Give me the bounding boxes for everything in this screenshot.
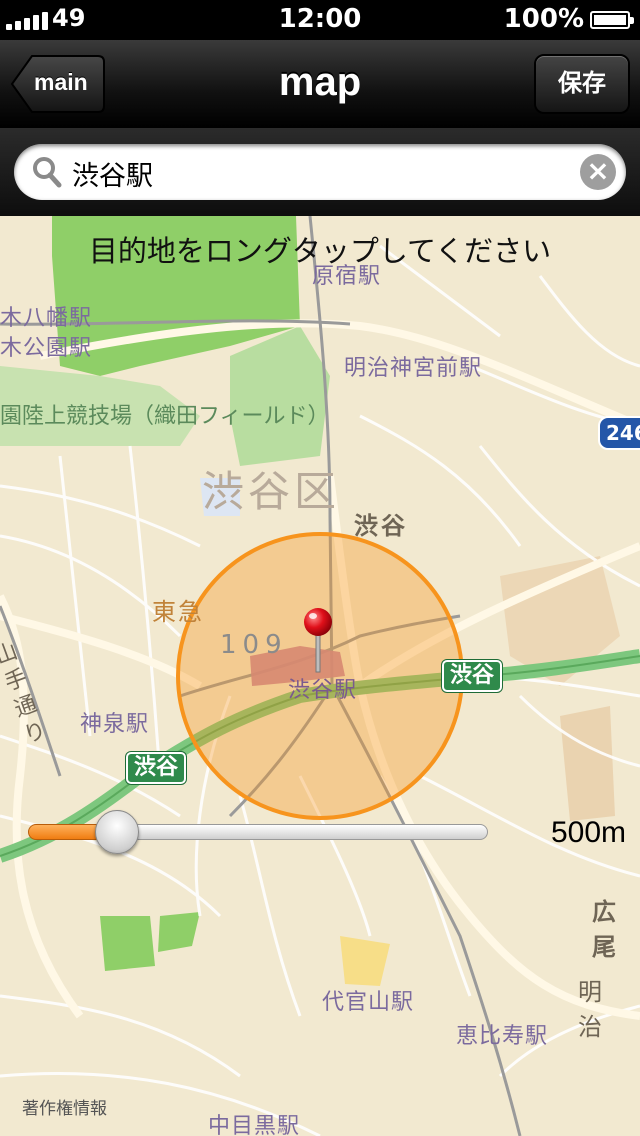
highway-shield: 渋谷	[126, 752, 187, 784]
slider-track-empty	[117, 824, 488, 840]
label-yoyogi-hachiman: 木八幡駅	[0, 306, 93, 331]
route-shield: 246	[598, 416, 640, 450]
park-small-1	[100, 916, 155, 971]
label-yoyogi-park: 木公園駅	[0, 336, 93, 361]
save-button[interactable]: 保存	[534, 54, 630, 114]
search-input[interactable]: 渋谷駅 ×	[14, 144, 626, 200]
slider-thumb[interactable]	[95, 810, 139, 854]
battery-percent: 100%	[503, 4, 584, 34]
label-daikanyama: 代官山駅	[322, 990, 415, 1015]
label-ebisu: 恵比寿駅	[456, 1024, 549, 1049]
commercial-area-3	[340, 936, 390, 986]
label-meiji-jingumae: 明治神宮前駅	[344, 356, 483, 381]
location-pin-icon[interactable]	[302, 606, 338, 676]
battery-fill	[594, 15, 626, 25]
label-shinsen: 神泉駅	[80, 712, 150, 737]
park-meiji	[230, 326, 330, 466]
map-view[interactable]: 目的地をロングタップしてください 原宿駅 木八幡駅 木公園駅 明治神宮前駅 園陸…	[0, 216, 640, 1136]
radius-label: 500m	[550, 816, 626, 849]
commercial-area-2	[560, 706, 615, 821]
clear-icon[interactable]: ×	[580, 154, 616, 190]
battery-icon	[590, 11, 634, 29]
label-109: 109	[220, 630, 288, 660]
search-icon	[33, 157, 62, 188]
label-stadium: 園陸上競技場（織田フィールド）	[0, 404, 330, 429]
label-area: 渋谷	[354, 512, 408, 540]
search-bar: 渋谷駅 ×	[0, 128, 640, 216]
label-tokyu: 東急	[152, 598, 204, 626]
search-text: 渋谷駅	[72, 161, 153, 192]
radius-slider[interactable]	[28, 804, 488, 860]
label-shibuya-station: 渋谷駅	[288, 678, 358, 703]
label-meiji-road: 明治	[578, 978, 612, 1041]
label-hiroo: 広尾	[592, 898, 622, 961]
label-nakameguro: 中目黒駅	[208, 1114, 301, 1136]
label-ward: 渋谷区	[202, 467, 341, 516]
status-bar: 49 12:00 100%	[0, 0, 640, 40]
highway-shield: 渋谷	[442, 660, 503, 692]
navigation-bar: main map 保存	[0, 40, 640, 128]
label-harajuku: 原宿駅	[312, 264, 382, 289]
park-small-2	[158, 912, 200, 952]
copyright-link[interactable]: 著作権情報	[22, 1094, 107, 1119]
